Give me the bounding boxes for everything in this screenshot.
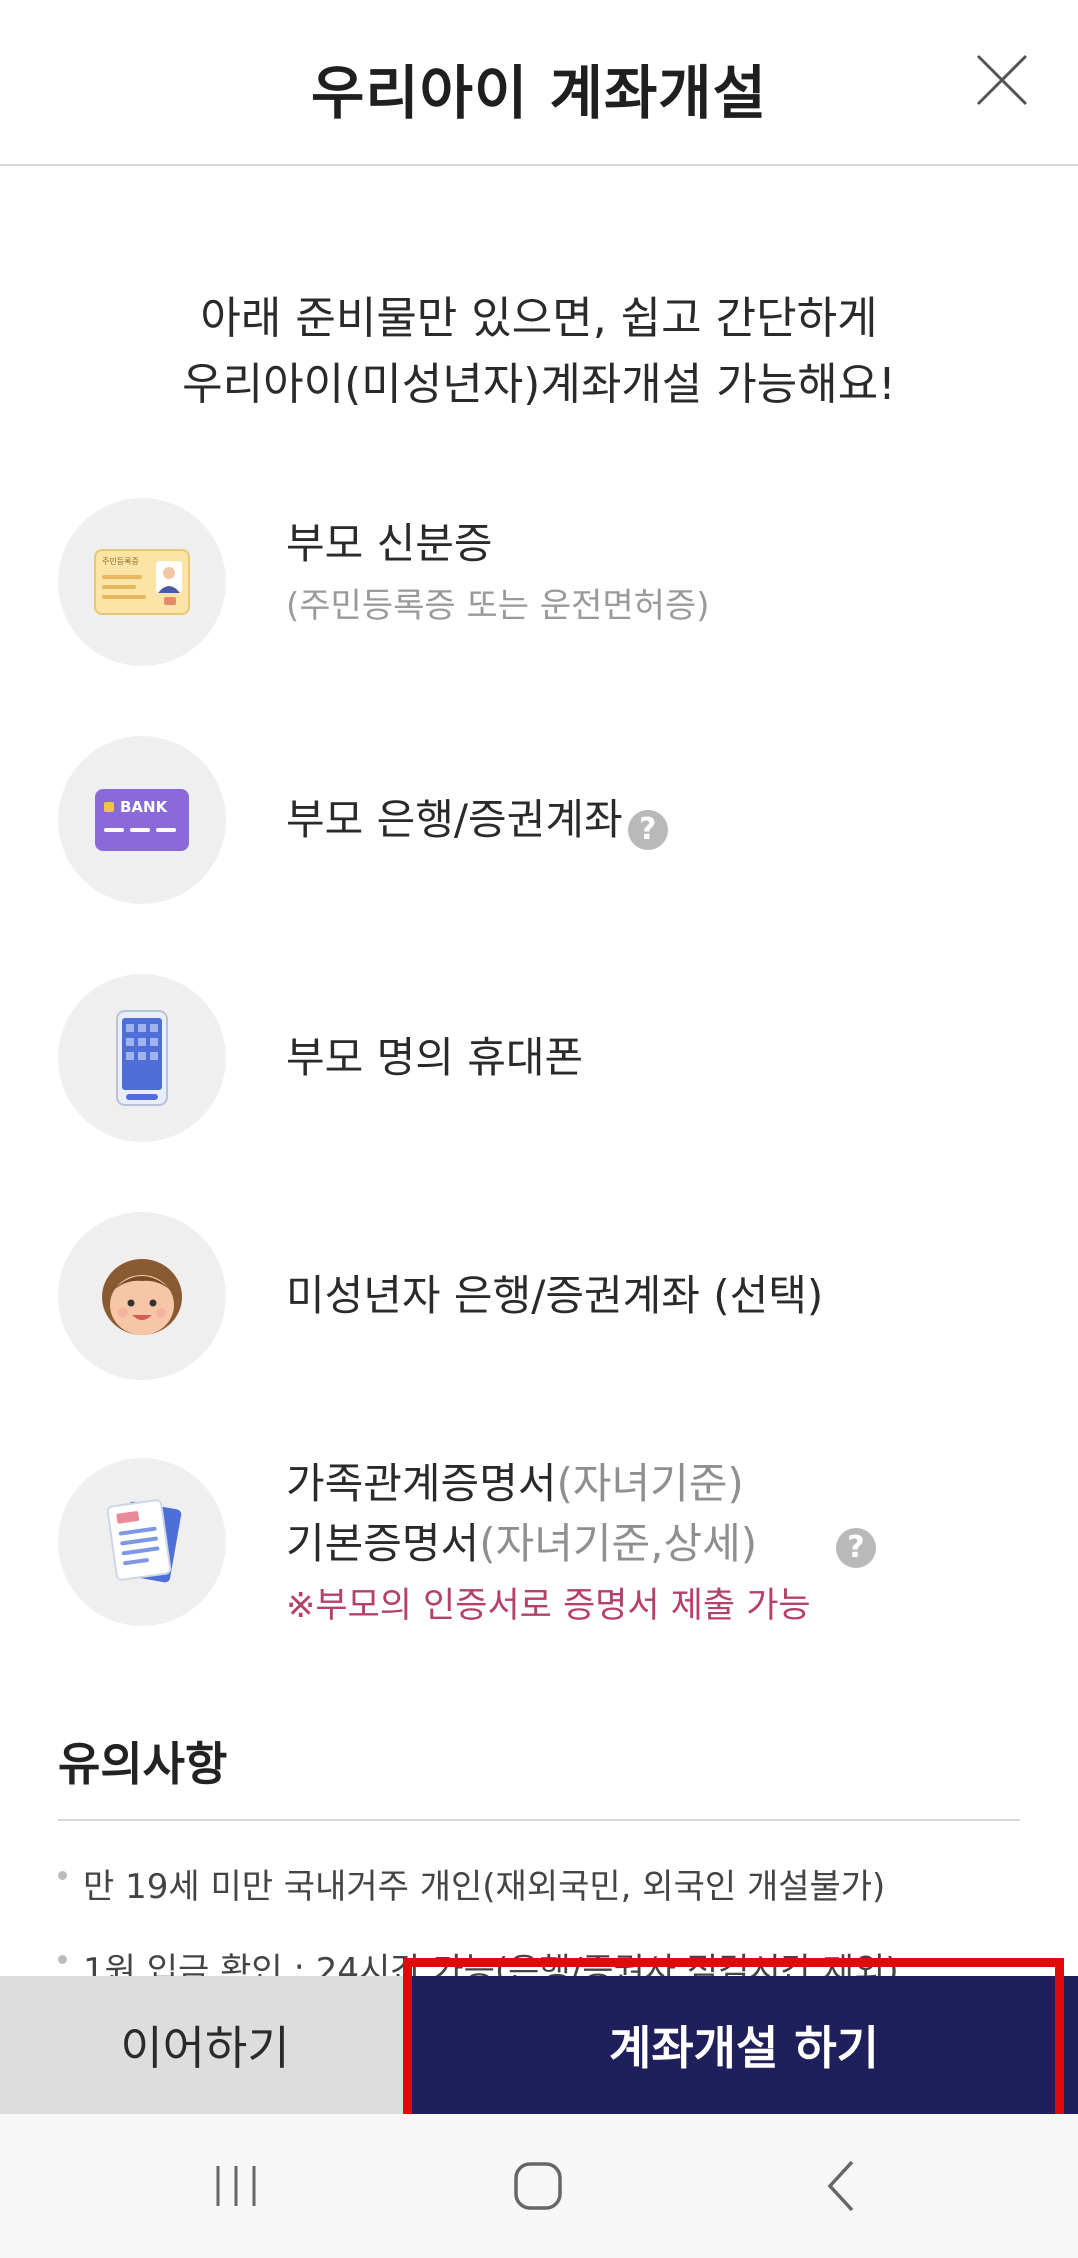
page-title: 우리아이 계좌개설 bbox=[310, 59, 768, 127]
recent-apps-icon[interactable] bbox=[206, 2156, 266, 2216]
item-text: 부모 명의 휴대폰 bbox=[286, 1028, 583, 1088]
caution-bullet: 만 19세 미만 국내거주 개인(재외국민, 외국인 개설불가) bbox=[58, 1862, 885, 1912]
intro-line-2: 우리아이(미성년자)계좌개설 가능해요! bbox=[182, 359, 896, 410]
bank-card-icon: BANK bbox=[95, 789, 189, 851]
item-title: 부모 은행/증권계좌 bbox=[286, 795, 623, 844]
divider bbox=[58, 1819, 1020, 1821]
requirement-item-documents: 가족관계증명서(자녀기준) 기본증명서(자녀기준,상세) ※부모의 인증서로 증… bbox=[58, 1458, 1018, 1658]
requirement-item-id-card: 주민등록증 부모 신분증 (주민등록증 또는 운전면허증) bbox=[58, 498, 1018, 666]
home-icon[interactable] bbox=[508, 2156, 568, 2216]
item-text: 부모 신분증 (주민등록증 또는 운전면허증) bbox=[286, 514, 710, 632]
caution-text: 1원 입금 확인 : 24시간 가능(은행/증권사 점검시간 제외) bbox=[83, 1951, 899, 1976]
item-title: 부모 명의 휴대폰 bbox=[286, 1033, 584, 1082]
document-icon bbox=[106, 1499, 182, 1583]
open-account-button[interactable]: 계좌개설 하기 bbox=[410, 1976, 1078, 2114]
content-area[interactable]: 아래 준비물만 있으면, 쉽고 간단하게 우리아이(미성년자)계좌개설 가능해요… bbox=[0, 168, 1078, 1976]
caution-title: 유의사항 bbox=[58, 1737, 228, 1791]
bullet-dot bbox=[58, 1871, 67, 1880]
item-title: 미성년자 은행/증권계좌 (선택) bbox=[286, 1271, 824, 1320]
requirement-item-bank-account: BANK 부모 은행/증권계좌 ? bbox=[58, 736, 1018, 904]
family-relation-qualifier: (자녀기준) bbox=[556, 1459, 744, 1508]
family-relation-certificate: 가족관계증명서 bbox=[286, 1459, 557, 1508]
item-title-line-2: 기본증명서(자녀기준,상세) bbox=[286, 1514, 886, 1574]
item-icon-circle bbox=[58, 1212, 226, 1380]
help-icon[interactable]: ? bbox=[627, 809, 668, 850]
item-icon-circle: 주민등록증 bbox=[58, 498, 226, 666]
requirement-item-child-account: 미성년자 은행/증권계좌 (선택) bbox=[58, 1212, 1018, 1380]
caution-text: 만 19세 미만 국내거주 개인(재외국민, 외국인 개설불가) bbox=[83, 1867, 886, 1907]
intro-line-1: 아래 준비물만 있으면, 쉽고 간단하게 bbox=[200, 293, 878, 344]
header: 우리아이 계좌개설 bbox=[0, 0, 1078, 166]
id-card-label: 주민등록증 bbox=[102, 556, 139, 566]
intro-text: 아래 준비물만 있으면, 쉽고 간단하게 우리아이(미성년자)계좌개설 가능해요… bbox=[0, 286, 1078, 418]
help-icon[interactable]: ? bbox=[836, 1528, 876, 1568]
system-nav-bar bbox=[0, 2114, 1078, 2258]
item-title: 부모 신분증 bbox=[286, 519, 493, 568]
item-icon-circle bbox=[58, 974, 226, 1142]
smartphone-icon bbox=[116, 1010, 168, 1106]
basic-certificate-qualifier: (자녀기준,상세) bbox=[479, 1519, 758, 1568]
item-title-line-1: 가족관계증명서(자녀기준) bbox=[286, 1454, 886, 1514]
back-icon[interactable] bbox=[812, 2156, 872, 2216]
item-text: 가족관계증명서(자녀기준) 기본증명서(자녀기준,상세) ※부모의 인증서로 증… bbox=[286, 1454, 886, 1634]
item-subtitle: (주민등록증 또는 운전면허증) bbox=[286, 586, 710, 626]
bank-card-label: BANK bbox=[120, 798, 169, 816]
bottom-action-bar: 이어하기 계좌개설 하기 bbox=[0, 1976, 1078, 2114]
id-card-icon: 주민등록증 bbox=[94, 549, 190, 615]
requirement-item-phone: 부모 명의 휴대폰 bbox=[58, 974, 1018, 1142]
item-text: 미성년자 은행/증권계좌 (선택) bbox=[286, 1266, 823, 1326]
bullet-dot bbox=[58, 1955, 67, 1964]
close-icon[interactable] bbox=[974, 52, 1030, 108]
child-face-icon bbox=[102, 1259, 182, 1335]
certificate-note: ※부모의 인증서로 증명서 제출 가능 bbox=[286, 1586, 811, 1626]
item-text: 부모 은행/증권계좌 ? bbox=[286, 790, 668, 850]
caution-bullet: 1원 입금 확인 : 24시간 가능(은행/증권사 점검시간 제외) bbox=[58, 1946, 899, 1976]
basic-certificate: 기본증명서 bbox=[286, 1519, 480, 1568]
item-icon-circle bbox=[58, 1458, 226, 1626]
continue-button[interactable]: 이어하기 bbox=[0, 1976, 410, 2114]
item-icon-circle: BANK bbox=[58, 736, 226, 904]
